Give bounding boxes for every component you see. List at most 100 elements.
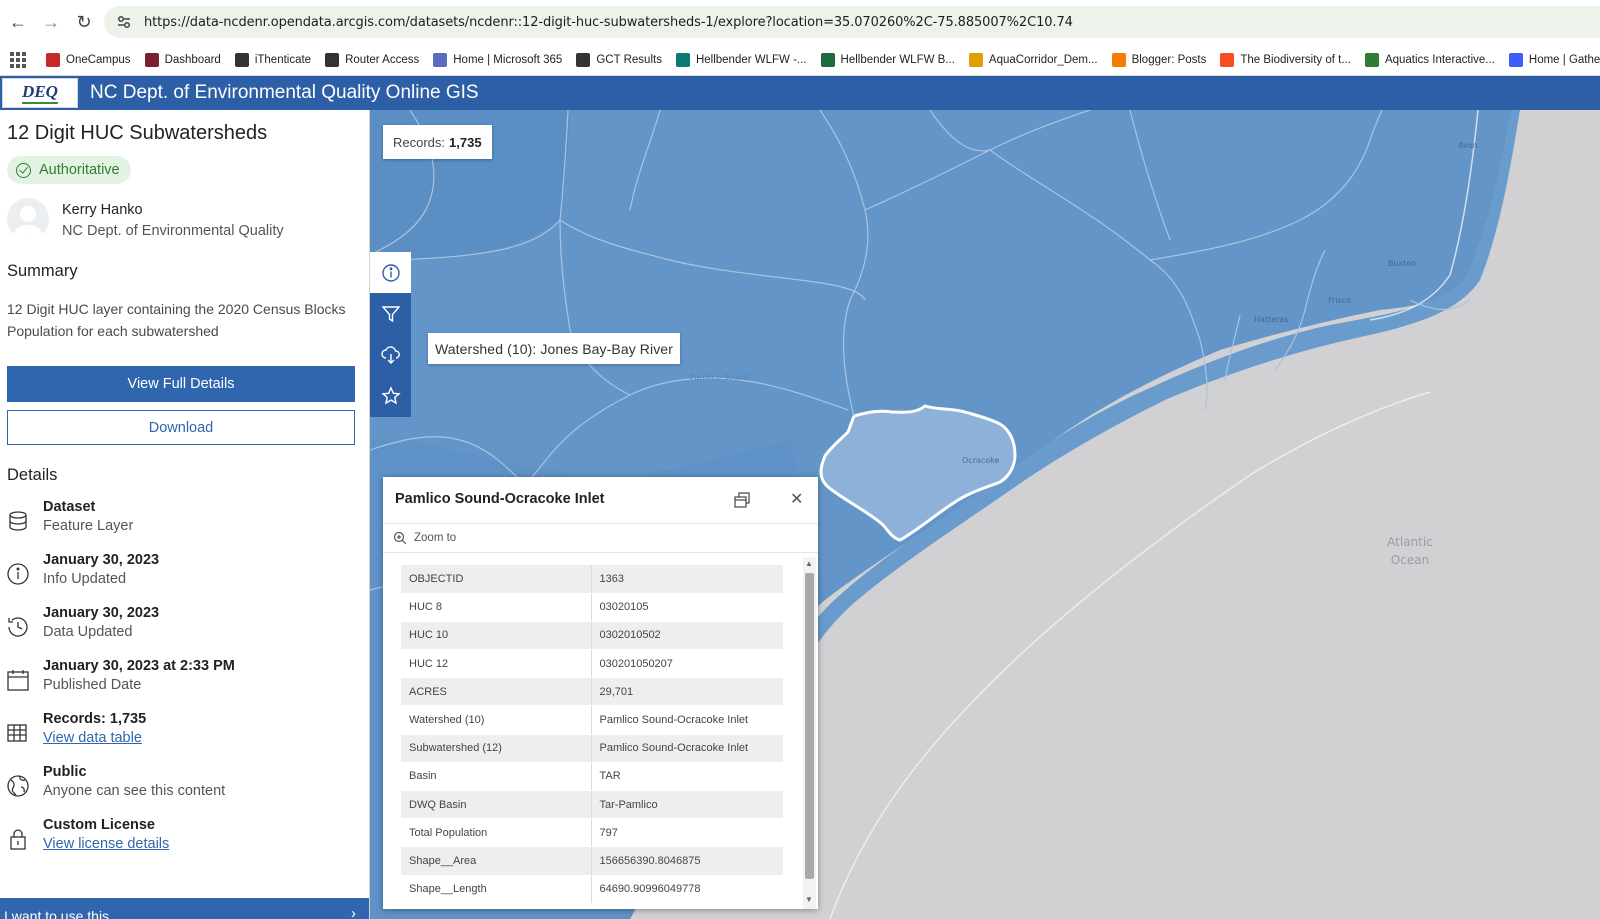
bookmark-label: Home | Gather [1528,53,1600,66]
attribute-key: Watershed (10) [401,705,592,735]
attribute-row: ACRES 29,701 [401,677,783,707]
bookmark-item[interactable]: Dashboard [144,52,221,67]
bookmark-favicon-icon [325,52,340,67]
details-heading: Details [7,466,58,484]
attribute-row: Subwatershed (12) Pamlico Sound-Ocracoke … [401,734,783,763]
map-label-frisco: Frisco [1328,296,1351,305]
bookmark-item[interactable]: Aquatics Interactive... [1364,52,1495,67]
detail-data-updated: January 30, 2023 Data Updated [0,605,369,651]
database-icon [9,511,27,531]
bookmark-label: The Biodiversity of t... [1240,53,1351,66]
detail-title: Dataset [43,499,96,515]
badge-label: Authoritative [39,162,120,178]
attribute-key: Subwatershed (12) [401,734,592,763]
bookmark-item[interactable]: Home | Microsoft 365 [433,52,562,67]
bookmark-label: Hellbender WLFW B... [840,53,955,66]
summary-text: 12 Digit HUC layer containing the 2020 C… [7,301,346,339]
owner-name[interactable]: Kerry Hanko [62,202,143,218]
zoom-to-label: Zoom to [414,532,457,544]
dock-icon[interactable] [733,491,751,509]
bookmark-favicon-icon [234,52,249,67]
scroll-down-icon[interactable]: ▼ [805,895,813,904]
view-data-table-link[interactable]: View data table [43,730,142,746]
apps-grid-icon[interactable] [10,51,26,68]
attribute-key: OBJECTID [401,565,592,594]
attribute-key: HUC 8 [401,593,592,622]
owner-org: NC Dept. of Environmental Quality [62,223,284,239]
records-label: Records: [393,134,446,150]
detail-title: Records: 1,735 [43,711,147,727]
detail-title: January 30, 2023 [43,605,160,621]
detail-info-updated: January 30, 2023 Info Updated [0,552,369,598]
url-text[interactable]: https://data-ncdenr.opendata.arcgis.com/… [144,15,1073,30]
scroll-up-icon[interactable]: ▲ [805,559,813,568]
detail-subtitle: Feature Layer [43,518,134,534]
bookmark-item[interactable]: Hellbender WLFW B... [820,52,955,67]
calendar-icon [7,670,29,691]
deq-logo[interactable]: DEQ [2,78,78,108]
attribute-key: HUC 12 [401,649,592,679]
download-tool-button[interactable] [370,334,411,375]
attribute-value: 156656390.8046875 [591,846,783,876]
detail-records: Records: 1,735 View data table [0,711,369,757]
bookmark-item[interactable]: Blogger: Posts [1111,52,1206,67]
bookmark-label: OneCampus [66,53,131,66]
attribute-row: HUC 10 0302010502 [401,621,783,651]
bookmark-favicon-icon [576,52,591,67]
bookmark-item[interactable]: iThenticate [234,52,312,67]
attribute-value: 797 [591,818,783,848]
view-license-details-link[interactable]: View license details [43,836,169,852]
site-settings-icon[interactable] [116,14,132,30]
favorite-tool-button[interactable] [370,375,411,416]
detail-title: Custom License [43,817,155,833]
popup-scrollbar[interactable]: ▲ ▼ [803,557,816,909]
attribute-row: Total Population 797 [401,818,783,848]
detail-published-date: January 30, 2023 at 2:33 PM Published Da… [0,658,369,704]
bookmark-item[interactable]: Hellbender WLFW -... [675,52,807,67]
info-icon [7,563,29,585]
bookmark-item[interactable]: OneCampus [46,52,131,67]
detail-title: Public [43,764,87,780]
cloud-download-icon [380,345,400,364]
attribute-row: HUC 12 030201050207 [401,649,783,679]
bookmark-label: Dashboard [164,53,221,66]
bookmark-label: iThenticate [254,53,312,66]
dataset-title: 12 Digit HUC Subwatersheds [7,122,268,144]
bookmark-label: Router Access [345,53,420,66]
bookmark-item[interactable]: AquaCorridor_Dem... [968,52,1098,67]
detail-subtitle: Anyone can see this content [43,783,226,799]
close-icon[interactable]: ✕ [790,489,803,509]
reload-icon[interactable]: ↻ [69,7,99,37]
browser-toolbar: ← → ↻ https://data-ncdenr.opendata.arcgi… [0,0,1600,44]
address-bar[interactable]: https://data-ncdenr.opendata.arcgis.com/… [104,6,1600,38]
view-full-details-button[interactable]: View Full Details [7,366,355,402]
summary-heading: Summary [7,262,78,280]
bookmark-item[interactable]: The Biodiversity of t... [1220,52,1351,67]
bookmark-item[interactable]: Home | Gather [1508,52,1600,67]
attribute-value: 030201050207 [591,649,783,679]
detail-public: Public Anyone can see this content [0,764,369,810]
bookmark-favicon-icon [968,52,983,67]
download-button[interactable]: Download [7,410,355,445]
bookmark-favicon-icon [46,52,60,67]
dataset-sidebar: 12 Digit HUC Subwatersheds Authoritative… [0,110,370,919]
map-label-avon: Avon [1458,141,1478,150]
attribute-key: Total Population [401,818,592,848]
bookmark-favicon-icon [1364,52,1379,67]
bookmark-item[interactable]: GCT Results [576,52,662,67]
filter-icon [380,305,401,322]
zoom-to-button[interactable]: Zoom to [383,523,818,553]
info-tool-button[interactable] [370,252,411,293]
detail-title: January 30, 2023 at 2:33 PM [43,658,235,674]
bookmark-item[interactable]: Router Access [325,52,420,67]
back-icon[interactable]: ← [3,7,33,37]
forward-icon[interactable]: → [36,7,66,37]
detail-dataset: Dataset Feature Layer [0,499,369,545]
map-label-ocracoke: Ocracoke [962,456,1000,465]
i-want-to-use-this-button[interactable]: I want to use this › [0,898,369,919]
app-title: NC Dept. of Environmental Quality Online… [90,82,479,103]
scrollbar-thumb[interactable] [805,573,814,879]
history-icon [8,617,28,637]
app-header: DEQ NC Dept. of Environmental Quality On… [0,76,1600,110]
filter-tool-button[interactable] [370,293,411,334]
